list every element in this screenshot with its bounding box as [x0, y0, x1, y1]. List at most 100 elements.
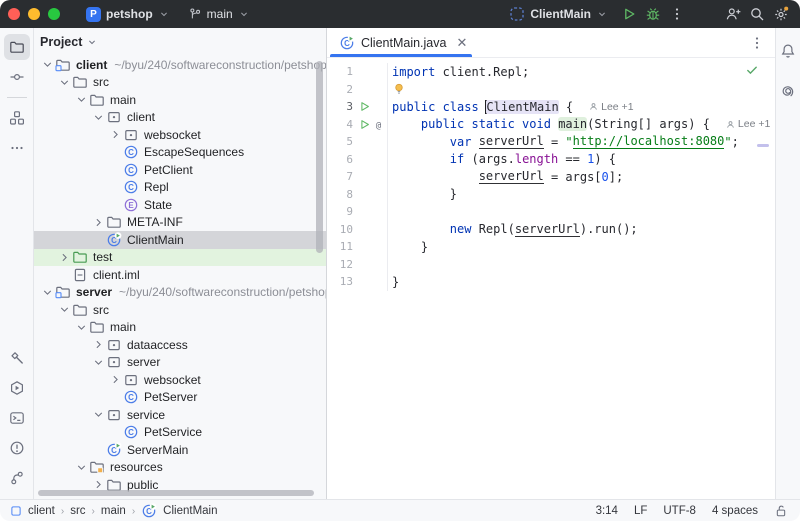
chevron-expanded-icon[interactable]	[74, 460, 89, 475]
chevron-collapsed-icon[interactable]	[91, 215, 106, 230]
line-number[interactable]: 1	[327, 65, 353, 78]
code-line-5[interactable]: 5 var serverUrl = "http://localhost:8080…	[327, 133, 775, 151]
code-line-6[interactable]: 6 if (args.length == 1) {	[327, 151, 775, 169]
line-number[interactable]: 11	[327, 240, 353, 253]
tree-horizontal-scrollbar[interactable]	[38, 490, 314, 496]
run-gutter-icon[interactable]	[358, 118, 371, 131]
gutter[interactable]: @	[353, 118, 387, 131]
code-line-2[interactable]: 2	[327, 81, 775, 99]
more-actions-button[interactable]	[668, 5, 686, 23]
debug-button[interactable]	[644, 5, 662, 23]
line-number[interactable]: 6	[327, 153, 353, 166]
tree-item-petserver[interactable]: CPetServer	[34, 389, 326, 407]
chevron-expanded-icon[interactable]	[91, 407, 106, 422]
vcs-log-tool-button[interactable]	[4, 465, 30, 491]
code-line-12[interactable]: 12	[327, 256, 775, 274]
line-number[interactable]: 10	[327, 223, 353, 236]
breadcrumb-src[interactable]: src	[70, 505, 85, 517]
unlock-icon[interactable]	[774, 504, 788, 518]
tree-item-websocket[interactable]: websocket	[34, 126, 326, 144]
code-line-11[interactable]: 11 }	[327, 238, 775, 256]
tree-item-servermain[interactable]: CServerMain	[34, 441, 326, 459]
code-with-me-button[interactable]	[724, 5, 742, 23]
chevron-expanded-icon[interactable]	[91, 110, 106, 125]
chevron-expanded-icon[interactable]	[74, 320, 89, 335]
chevron-expanded-icon[interactable]	[74, 92, 89, 107]
run-configuration-selector[interactable]: ClientMain	[503, 3, 614, 25]
tree-item-clientmain[interactable]: CClientMain	[34, 231, 326, 249]
editor-options-button[interactable]	[749, 35, 765, 51]
inspections-ok-icon[interactable]	[745, 63, 759, 77]
close-tab-icon[interactable]: ✕	[456, 35, 467, 51]
tree-item-resources[interactable]: resources	[34, 459, 326, 477]
tree-item-test[interactable]: test	[34, 249, 326, 267]
chevron-collapsed-icon[interactable]	[108, 127, 123, 142]
run-button[interactable]	[620, 5, 638, 23]
breadcrumb-client[interactable]: client	[28, 505, 55, 517]
code-line-9[interactable]: 9	[327, 203, 775, 221]
line-number[interactable]: 7	[327, 170, 353, 183]
chevron-down-icon[interactable]	[86, 36, 98, 48]
tree-item-server[interactable]: server~/byu/240/softwareconstruction/pet…	[34, 284, 326, 302]
editor-tab-clientmain[interactable]: C ClientMain.java ✕	[327, 28, 475, 57]
services-tool-button[interactable]	[4, 375, 30, 401]
author-inlay-hint[interactable]: Lee +1	[726, 118, 770, 130]
more-tool-windows-button[interactable]	[4, 135, 30, 161]
breadcrumb-clientmain[interactable]: ClientMain	[163, 505, 217, 517]
breadcrumb-main[interactable]: main	[101, 505, 126, 517]
tree-item-server[interactable]: server	[34, 354, 326, 372]
terminal-tool-button[interactable]	[4, 405, 30, 431]
line-number[interactable]: 9	[327, 205, 353, 218]
ai-assistant-button[interactable]	[775, 78, 800, 104]
tree-item-websocket[interactable]: websocket	[34, 371, 326, 389]
code-line-10[interactable]: 10 new Repl(serverUrl).run();	[327, 221, 775, 239]
code-line-1[interactable]: 1import client.Repl;	[327, 63, 775, 81]
tree-item-main[interactable]: main	[34, 319, 326, 337]
tree-item-src[interactable]: src	[34, 74, 326, 92]
line-number[interactable]: 13	[327, 275, 353, 288]
chevron-collapsed-icon[interactable]	[108, 372, 123, 387]
tree-item-escapesequences[interactable]: CEscapeSequences	[34, 144, 326, 162]
tree-item-repl[interactable]: CRepl	[34, 179, 326, 197]
line-number[interactable]: 12	[327, 258, 353, 271]
caret-position[interactable]: 3:14	[596, 505, 618, 517]
file-encoding[interactable]: UTF-8	[663, 505, 696, 517]
branch-widget[interactable]: main	[182, 4, 256, 24]
tree-vertical-scrollbar[interactable]	[316, 61, 323, 253]
tree-item-meta-inf[interactable]: META-INF	[34, 214, 326, 232]
tree-item-src[interactable]: src	[34, 301, 326, 319]
tree-item-client.iml[interactable]: client.iml	[34, 266, 326, 284]
structure-tool-button[interactable]	[4, 105, 30, 131]
tree-item-dataaccess[interactable]: dataaccess	[34, 336, 326, 354]
tree-item-main[interactable]: main	[34, 91, 326, 109]
author-inlay-hint[interactable]: Lee +1	[589, 101, 633, 113]
line-number[interactable]: 3	[327, 100, 353, 113]
chevron-collapsed-icon[interactable]	[57, 250, 72, 265]
code-line-3[interactable]: 3public class ClientMain {Lee +1	[327, 98, 775, 116]
gutter[interactable]	[353, 100, 387, 113]
tree-item-service[interactable]: service	[34, 406, 326, 424]
line-separator[interactable]: LF	[634, 505, 647, 517]
line-number[interactable]: 4	[327, 118, 353, 131]
chevron-expanded-icon[interactable]	[40, 57, 55, 72]
line-number[interactable]: 8	[327, 188, 353, 201]
settings-button[interactable]	[772, 5, 790, 23]
line-number[interactable]: 5	[327, 135, 353, 148]
build-tool-button[interactable]	[4, 345, 30, 371]
run-gutter-icon[interactable]	[358, 100, 371, 113]
zoom-window-button[interactable]	[48, 8, 60, 20]
code-line-8[interactable]: 8 }	[327, 186, 775, 204]
code-line-13[interactable]: 13}	[327, 273, 775, 291]
project-panel-title[interactable]: Project	[40, 35, 82, 49]
search-everywhere-button[interactable]	[748, 5, 766, 23]
tree-item-petclient[interactable]: CPetClient	[34, 161, 326, 179]
project-tool-button[interactable]	[4, 34, 30, 60]
project-widget[interactable]: P petshop	[80, 4, 176, 25]
tree-item-state[interactable]: EState	[34, 196, 326, 214]
tree-item-client[interactable]: client	[34, 109, 326, 127]
tree-item-client[interactable]: client~/byu/240/softwareconstruction/pet…	[34, 56, 326, 74]
code-line-7[interactable]: 7 serverUrl = args[0];	[327, 168, 775, 186]
line-number[interactable]: 2	[327, 83, 353, 96]
commit-tool-button[interactable]	[4, 64, 30, 90]
code-editor[interactable]: 1import client.Repl; 2 3public class Clien…	[327, 58, 775, 499]
